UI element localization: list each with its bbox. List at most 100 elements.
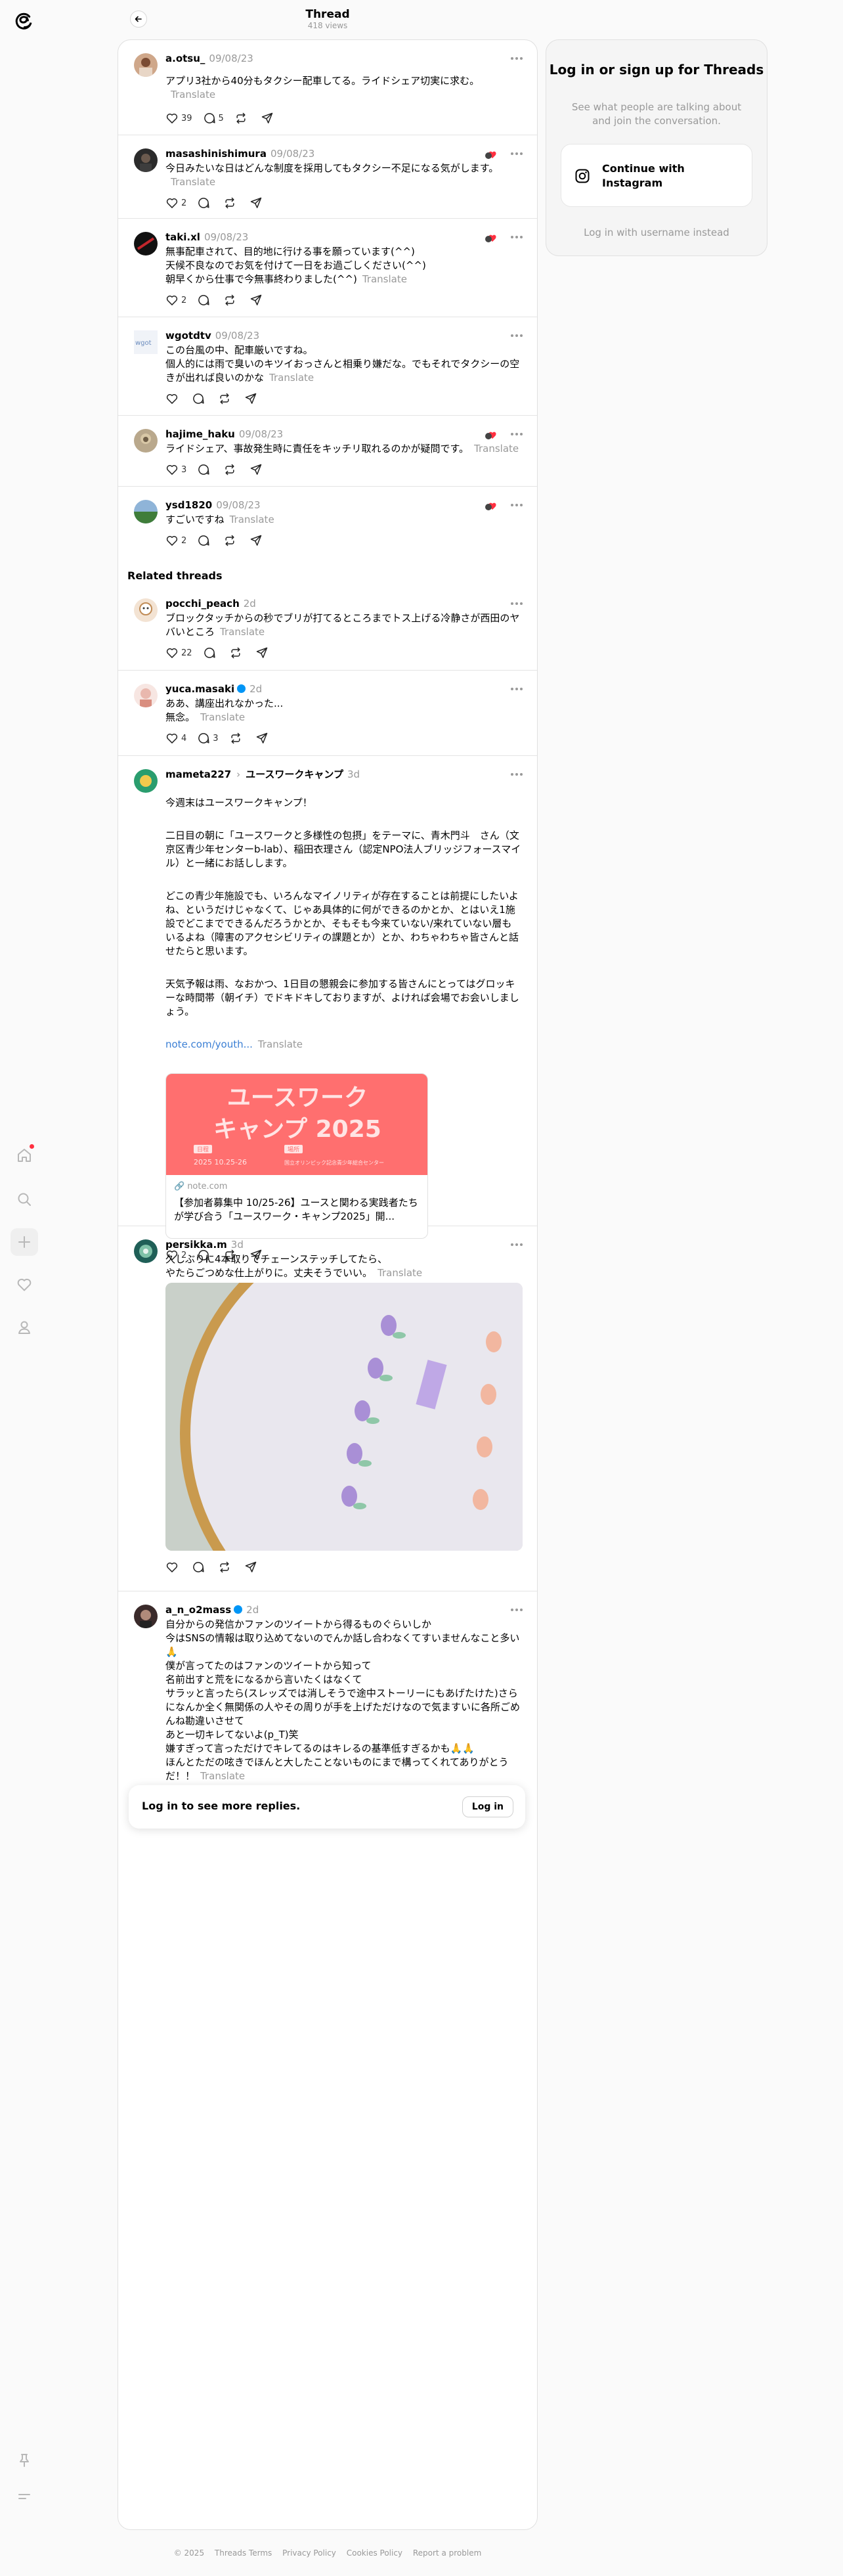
create-nav[interactable]: [11, 1228, 38, 1256]
avatar[interactable]: wgot: [134, 330, 158, 354]
username[interactable]: wgotdtv: [165, 330, 211, 342]
repost-button[interactable]: [234, 112, 250, 125]
share-button[interactable]: [244, 1561, 260, 1574]
reply-button[interactable]: [192, 392, 207, 405]
more-icon[interactable]: [511, 334, 523, 337]
repost-button[interactable]: [223, 196, 239, 210]
more-icon[interactable]: [511, 773, 523, 776]
translate-link[interactable]: Translate: [378, 1267, 422, 1279]
more-icon[interactable]: [511, 1243, 523, 1246]
avatar[interactable]: [134, 769, 158, 793]
more-icon[interactable]: [511, 57, 523, 60]
translate-link[interactable]: Translate: [269, 372, 314, 384]
home-nav[interactable]: [11, 1142, 38, 1169]
translate-link[interactable]: Translate: [362, 273, 407, 285]
reply-button[interactable]: [197, 534, 213, 547]
username[interactable]: pocchi_peach: [165, 598, 240, 610]
avatar[interactable]: [134, 500, 158, 523]
more-icon[interactable]: [511, 504, 523, 506]
translate-link[interactable]: Translate: [171, 89, 215, 100]
like-button[interactable]: 4: [165, 732, 186, 745]
footer-link-report[interactable]: Report a problem: [413, 2548, 481, 2558]
like-button[interactable]: [165, 392, 181, 405]
share-button[interactable]: [255, 732, 271, 745]
avatar[interactable]: [134, 1605, 158, 1628]
reply-button[interactable]: [197, 463, 213, 476]
username[interactable]: hajime_haku: [165, 428, 235, 440]
username[interactable]: mameta227: [165, 768, 231, 780]
username[interactable]: a.otsu_: [165, 53, 205, 64]
footer-link-cookies[interactable]: Cookies Policy: [347, 2548, 402, 2558]
search-nav[interactable]: [11, 1186, 38, 1213]
menu-nav[interactable]: [11, 2483, 38, 2510]
avatar[interactable]: [134, 148, 158, 172]
more-icon[interactable]: [511, 602, 523, 605]
username[interactable]: taki.xl: [165, 231, 200, 243]
like-button[interactable]: 2: [165, 196, 186, 210]
translate-link[interactable]: Translate: [200, 1770, 245, 1782]
community-name[interactable]: ユースワークキャンプ: [246, 768, 343, 780]
share-button[interactable]: [261, 112, 276, 125]
like-button[interactable]: 22: [165, 646, 192, 659]
link-preview-card[interactable]: ユースワーク キャンプ 2025 日程 2025 10.25-26 場所 国立オ…: [165, 1073, 428, 1239]
translate-link[interactable]: Translate: [171, 176, 215, 188]
avatar[interactable]: [134, 53, 158, 77]
reply-button[interactable]: [197, 196, 213, 210]
avatar[interactable]: [134, 429, 158, 453]
reply-button[interactable]: [197, 294, 213, 307]
translate-link[interactable]: Translate: [220, 626, 265, 638]
username-login-link[interactable]: Log in with username instead: [546, 227, 767, 238]
footer-link-privacy[interactable]: Privacy Policy: [282, 2548, 336, 2558]
avatar[interactable]: [134, 684, 158, 707]
repost-button[interactable]: [229, 646, 245, 659]
like-button[interactable]: 2: [165, 294, 186, 307]
repost-button[interactable]: [223, 463, 239, 476]
activity-nav[interactable]: [11, 1271, 38, 1299]
repost-button[interactable]: [218, 1561, 234, 1574]
translate-link[interactable]: Translate: [258, 1038, 303, 1050]
reply-button[interactable]: [192, 1561, 207, 1574]
continue-with-instagram-button[interactable]: Continue with Instagram: [561, 144, 752, 207]
more-icon[interactable]: [511, 433, 523, 435]
username[interactable]: ysd1820: [165, 499, 212, 511]
reply-button[interactable]: 3: [197, 732, 219, 745]
share-button[interactable]: [249, 534, 265, 547]
share-button[interactable]: [255, 646, 271, 659]
avatar[interactable]: [134, 1239, 158, 1263]
more-icon[interactable]: [511, 688, 523, 690]
share-button[interactable]: [249, 294, 265, 307]
translate-link[interactable]: Translate: [230, 514, 274, 525]
like-button[interactable]: 39: [165, 112, 192, 125]
share-button[interactable]: [244, 392, 260, 405]
profile-icon: [18, 1321, 30, 1334]
avatar[interactable]: [134, 598, 158, 622]
repost-button[interactable]: [229, 732, 245, 745]
more-icon[interactable]: [511, 1609, 523, 1611]
like-button[interactable]: 3: [165, 463, 186, 476]
footer-link-terms[interactable]: Threads Terms: [215, 2548, 272, 2558]
like-button[interactable]: 2: [165, 534, 186, 547]
profile-nav[interactable]: [11, 1314, 38, 1341]
username[interactable]: yuca.masaki: [165, 683, 234, 695]
reply-button[interactable]: [203, 646, 219, 659]
repost-button[interactable]: [218, 392, 234, 405]
threads-logo-icon[interactable]: [12, 9, 35, 33]
username[interactable]: masashinishimura: [165, 148, 267, 160]
like-button[interactable]: [165, 1561, 181, 1574]
post-link[interactable]: note.com/youth...: [165, 1038, 253, 1050]
username[interactable]: persikka.m: [165, 1239, 227, 1251]
avatar[interactable]: [134, 232, 158, 255]
pin-nav[interactable]: [11, 2447, 38, 2474]
repost-button[interactable]: [223, 534, 239, 547]
reply-button[interactable]: 5: [203, 112, 224, 125]
post-image[interactable]: [165, 1283, 523, 1551]
repost-button[interactable]: [223, 294, 239, 307]
more-icon[interactable]: [511, 236, 523, 238]
translate-link[interactable]: Translate: [200, 711, 245, 723]
login-button[interactable]: Log in: [462, 1796, 513, 1817]
share-button[interactable]: [249, 463, 265, 476]
username[interactable]: a_n_o2mass: [165, 1604, 231, 1616]
share-button[interactable]: [249, 196, 265, 210]
translate-link[interactable]: Translate: [474, 443, 519, 455]
more-icon[interactable]: [511, 152, 523, 155]
